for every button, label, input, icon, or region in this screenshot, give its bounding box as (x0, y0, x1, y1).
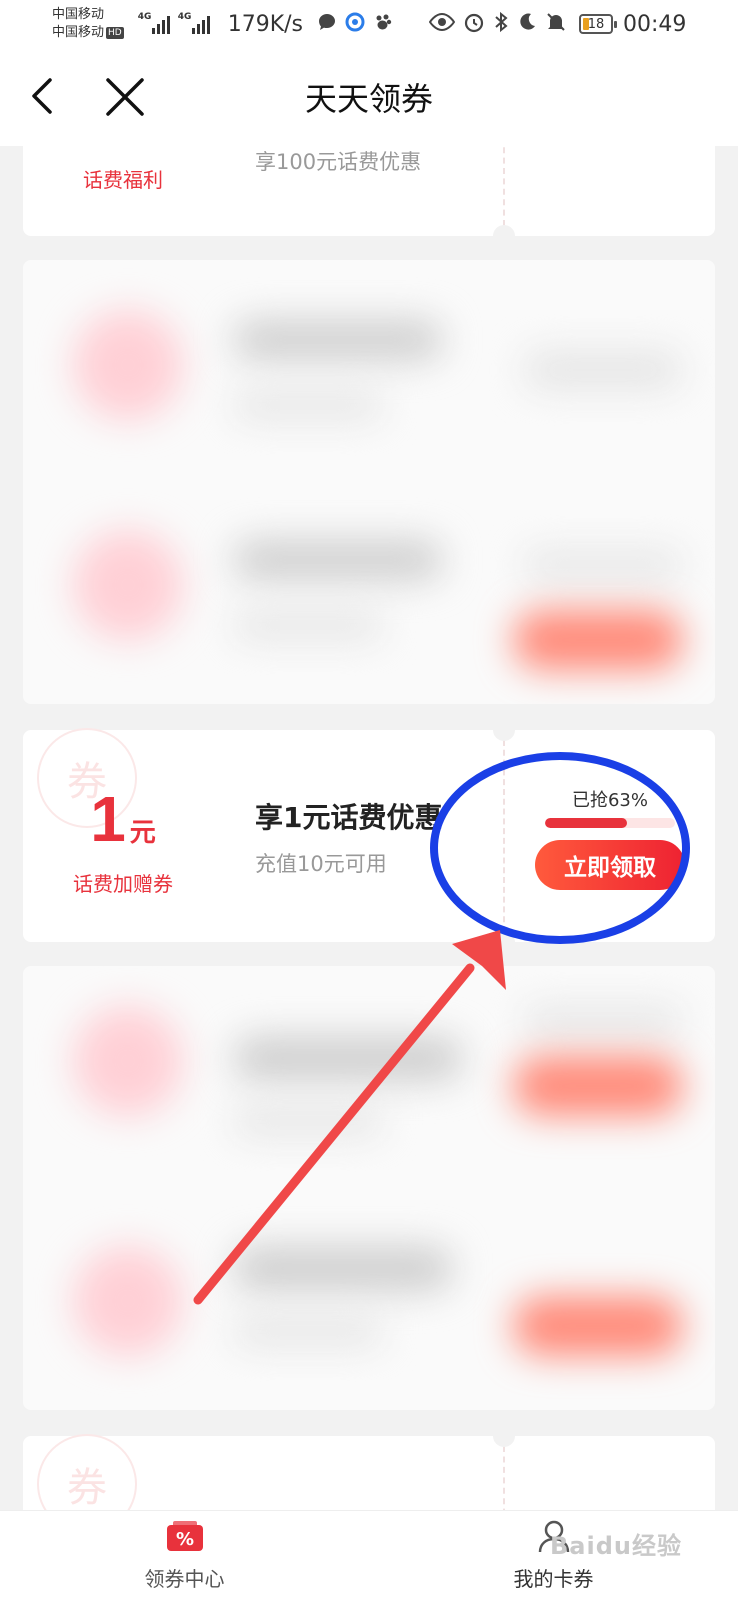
progress-fill (545, 818, 627, 828)
coupon-card-partial: 券 (23, 1425, 715, 1510)
source-watermark: Baidu经验 (550, 1532, 682, 1560)
chat-icon (317, 12, 337, 37)
signal-icon: 4G (137, 12, 170, 34)
network-type-2: 4G (177, 12, 192, 22)
hd-badge: HD (106, 26, 124, 39)
moon-icon (517, 12, 537, 37)
coupon-amount: 1元 (23, 782, 223, 856)
network-type-1: 4G (137, 12, 152, 22)
coupon-list[interactable]: 话费福利 享100元话费优惠 券 1元 话费加赠券 享1元话费优惠 充值10元可… (0, 146, 738, 1510)
coupon-subtitle: 享100元话费优惠 (255, 150, 422, 174)
clock: 00:49 (623, 11, 687, 37)
paw-icon (373, 12, 393, 37)
close-icon[interactable] (104, 76, 146, 118)
coupon-headline: 享1元话费优惠 (255, 801, 443, 834)
coupon-card-phone-welfare: 话费福利 享100元话费优惠 (23, 146, 715, 247)
coupon-tag: 话费福利 (83, 168, 163, 192)
grabbed-percent-label: 已抢63% (571, 790, 648, 811)
network-speed: 179K/s (227, 11, 304, 37)
signal-icon-2: 4G (177, 12, 210, 34)
coupon-icon: % (165, 1519, 205, 1557)
tab-label: 我的卡券 (513, 1567, 594, 1591)
page-title: 天天领券 (304, 80, 433, 118)
back-icon[interactable] (24, 76, 64, 116)
grabbed-progress-bar (545, 818, 675, 828)
status-bar: 中国移动 中国移动 HD 4G 4G 179K/s 18 00:49 (0, 0, 738, 48)
coupon-card-1yuan: 券 1元 话费加赠券 享1元话费优惠 充值10元可用 已抢63% 立即领取 (23, 719, 715, 953)
tab-label: 领券中心 (144, 1567, 225, 1591)
eye-icon (428, 12, 456, 37)
carrier-info: 中国移动 中国移动 HD (52, 6, 124, 42)
claim-now-button[interactable]: 立即领取 (535, 840, 685, 890)
nav-bar: 天天领券 (0, 48, 738, 146)
amount-unit: 元 (129, 818, 156, 848)
blurred-coupon-card (23, 260, 715, 704)
amount-value: 1 (90, 783, 126, 855)
carrier-1: 中国移动 (52, 7, 105, 22)
coupon-tag: 话费加赠券 (73, 872, 173, 896)
tab-coupon-center[interactable]: % 领券中心 (0, 1511, 369, 1600)
browser-icon (345, 12, 365, 37)
coupon-condition: 充值10元可用 (255, 852, 387, 876)
mute-bell-icon (545, 11, 567, 38)
coupon-watermark: 券 (37, 1434, 137, 1510)
bluetooth-icon (493, 11, 509, 38)
battery-icon: 18 (579, 14, 618, 34)
svg-text:%: % (175, 1529, 193, 1550)
battery-level: 18 (587, 16, 605, 32)
carrier-2: 中国移动 (52, 25, 105, 40)
alarm-icon (463, 11, 485, 38)
blurred-coupon-card (23, 966, 715, 1410)
